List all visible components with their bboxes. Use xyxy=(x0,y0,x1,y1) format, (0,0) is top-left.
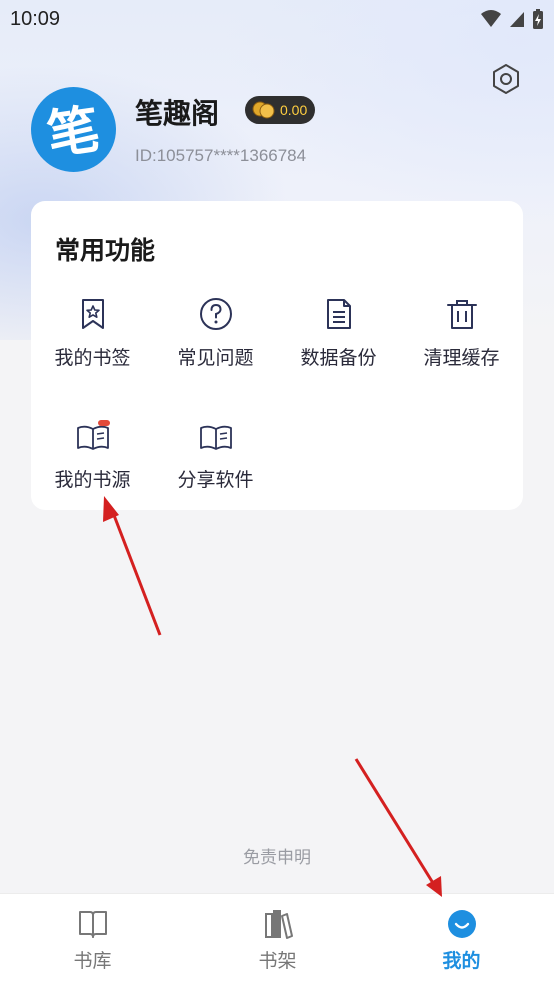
avatar[interactable]: 笔 xyxy=(31,87,116,172)
coins-icon xyxy=(252,101,275,119)
avatar-logo: 笔 xyxy=(43,98,104,167)
status-icons xyxy=(480,8,544,30)
bottom-nav: 书库 书架 我的 xyxy=(0,893,554,984)
data-backup-button[interactable]: 数据备份 xyxy=(277,297,400,397)
wifi-icon xyxy=(481,10,501,27)
bookmark-star-icon xyxy=(81,299,104,329)
coin-value: 0.00 xyxy=(280,102,308,118)
nav-tab-library[interactable]: 书库 xyxy=(0,894,185,984)
common-functions-card: 常用功能 我的书签 常见问题 数据备份 清理缓存 我的书源 分享软件 xyxy=(31,201,523,510)
bookshelf-icon xyxy=(264,910,293,939)
coin-balance-badge[interactable]: 0.00 xyxy=(245,96,315,124)
open-book-icon xyxy=(199,425,232,450)
card-title: 常用功能 xyxy=(55,236,156,265)
nav-tab-bookshelf[interactable]: 书架 xyxy=(185,894,370,984)
my-bookmarks-button[interactable]: 我的书签 xyxy=(31,297,154,397)
clear-cache-label: 清理缓存 xyxy=(423,347,500,369)
nav-label-mine: 我的 xyxy=(442,950,481,972)
my-book-sources-label: 我的书源 xyxy=(54,469,131,491)
book-new-icon xyxy=(76,420,110,450)
app-name: 笔趣阁 xyxy=(135,97,220,130)
user-id: ID:105757****1366784 xyxy=(135,146,307,165)
signal-icon xyxy=(510,12,524,27)
data-backup-label: 数据备份 xyxy=(300,347,377,369)
screen: 10:09 笔 笔趣阁 0.00 ID:105757****1366784 常用… xyxy=(0,0,554,984)
arrow-to-mine-tab xyxy=(354,758,442,897)
battery-icon xyxy=(533,9,543,29)
clear-cache-button[interactable]: 清理缓存 xyxy=(400,297,523,397)
book-icon xyxy=(78,911,107,938)
faq-label: 常见问题 xyxy=(177,347,254,369)
share-app-button[interactable]: 分享软件 xyxy=(154,419,277,519)
document-icon xyxy=(326,299,351,329)
status-time: 10:09 xyxy=(10,8,61,30)
share-app-label: 分享软件 xyxy=(177,469,254,491)
nav-label-bookshelf: 书架 xyxy=(258,950,297,972)
smile-circle-icon xyxy=(447,910,476,938)
nav-tab-mine[interactable]: 我的 xyxy=(369,894,554,984)
nav-label-library: 书库 xyxy=(73,950,112,972)
my-bookmarks-label: 我的书签 xyxy=(54,347,131,369)
disclaimer-link[interactable]: 免责申明 xyxy=(0,843,554,868)
my-book-sources-button[interactable]: 我的书源 xyxy=(31,419,154,519)
status-bar: 10:09 xyxy=(0,0,554,38)
trash-icon xyxy=(446,300,477,329)
faq-button[interactable]: 常见问题 xyxy=(154,297,277,397)
settings-icon[interactable] xyxy=(490,63,522,95)
question-circle-icon xyxy=(199,298,232,330)
